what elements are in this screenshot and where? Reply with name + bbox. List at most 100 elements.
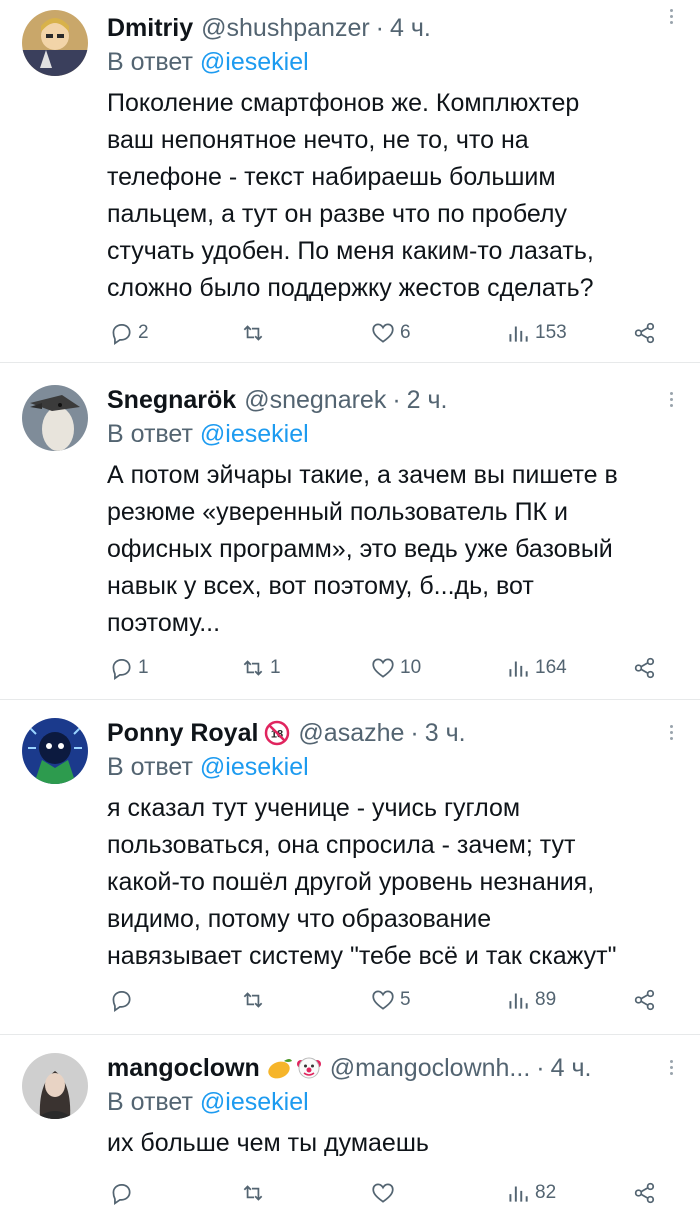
- like-button[interactable]: 5: [370, 985, 411, 1015]
- reply-mention-link[interactable]: @iesekiel: [200, 1088, 309, 1116]
- views-button[interactable]: 153: [505, 318, 567, 348]
- text-line: резюме «уверенный пользователь ПК и: [107, 498, 569, 526]
- more-icon[interactable]: [666, 6, 676, 27]
- like-icon: [372, 990, 394, 1010]
- views-icon: [509, 993, 528, 1009]
- separator-dot: ·: [375, 13, 384, 42]
- tweet[interactable]: Ponny Royal 18 @asazhe · 3 ч. В ответ @i…: [0, 700, 700, 1035]
- separator-dot: ·: [536, 1053, 545, 1082]
- text-line: навязывает систему "тебе всё и так скажу…: [107, 942, 617, 970]
- reply-prefix: В ответ: [107, 420, 193, 448]
- like-count: 10: [400, 657, 422, 678]
- reply-icon: [112, 991, 131, 1012]
- author-handle[interactable]: @snegnarek: [244, 386, 386, 415]
- reply-context: В ответ @iesekiel: [107, 420, 309, 449]
- text-line: Поколение смартфонов же. Комплюхтер: [107, 89, 580, 117]
- text-line: сложно было поддержку жестов сделать?: [107, 274, 594, 302]
- reply-prefix: В ответ: [107, 48, 193, 76]
- tweet[interactable]: Snegnarök @snegnarek · 2 ч. В ответ @ies…: [0, 363, 700, 700]
- reply-context: В ответ @iesekiel: [107, 48, 309, 77]
- tweet-text: Поколение смартфонов же. Комплюхтер ваш …: [107, 85, 682, 307]
- like-button[interactable]: [370, 1178, 400, 1208]
- text-line: ваш непонятное нечто, не то, что на: [107, 126, 529, 154]
- like-button[interactable]: 10: [370, 653, 421, 683]
- like-button[interactable]: 6: [370, 318, 411, 348]
- retweet-icon: [243, 1185, 263, 1201]
- tweet-text: их больше чем ты думаешь: [107, 1125, 682, 1162]
- text-line: я сказал тут ученице - учись гуглом: [107, 794, 521, 822]
- like-count: 6: [400, 322, 411, 343]
- text-line: видимо, потому что образование: [107, 905, 492, 933]
- timestamp[interactable]: 3 ч.: [425, 719, 466, 748]
- views-count: 164: [535, 657, 567, 678]
- share-button[interactable]: [632, 985, 662, 1015]
- retweet-icon: [243, 992, 263, 1008]
- reply-mention-link[interactable]: @iesekiel: [200, 420, 309, 448]
- action-bar: 1 1 10 164: [0, 653, 700, 683]
- author-name[interactable]: Snegnarök: [107, 386, 236, 415]
- share-icon: [634, 322, 655, 344]
- reply-icon: [112, 659, 131, 680]
- author-name[interactable]: Ponny Royal: [107, 719, 258, 748]
- reply-mention-link[interactable]: @iesekiel: [200, 48, 309, 76]
- views-button[interactable]: 82: [505, 1178, 556, 1208]
- reply-icon: [112, 324, 131, 345]
- like-icon: [372, 323, 394, 343]
- author-handle[interactable]: @asazhe: [298, 719, 404, 748]
- retweet-button[interactable]: 1: [240, 653, 281, 683]
- views-button[interactable]: 164: [505, 653, 567, 683]
- author-handle[interactable]: @shushpanzer: [201, 14, 370, 43]
- more-icon[interactable]: [666, 722, 676, 743]
- retweet-icon: [243, 660, 263, 676]
- reply-mention-link[interactable]: @iesekiel: [200, 753, 309, 781]
- avatar[interactable]: [22, 718, 88, 784]
- retweet-icon: [243, 325, 263, 341]
- tweet-text: я сказал тут ученице - учись гуглом поль…: [107, 790, 682, 975]
- reply-icon: [112, 1184, 131, 1205]
- reply-count: 1: [138, 657, 149, 678]
- avatar[interactable]: [22, 10, 88, 76]
- mango-emoji-icon: [266, 1055, 294, 1081]
- retweet-button[interactable]: [240, 1178, 270, 1208]
- share-icon: [634, 989, 655, 1011]
- tweet[interactable]: Dmitriy @shushpanzer · 4 ч. В ответ @ies…: [0, 0, 700, 363]
- text-line: телефоне - текст набираешь большим: [107, 163, 556, 191]
- share-button[interactable]: [632, 653, 662, 683]
- reply-context: В ответ @iesekiel: [107, 753, 309, 782]
- like-icon: [372, 1183, 394, 1203]
- separator-dot: ·: [410, 718, 419, 747]
- retweet-button[interactable]: [240, 318, 270, 348]
- views-icon: [509, 326, 528, 342]
- tweet[interactable]: mangoclown @mangoclownh... · 4 ч. В отве…: [0, 1035, 700, 1227]
- more-icon[interactable]: [666, 1057, 676, 1078]
- reply-button[interactable]: [108, 985, 138, 1015]
- retweet-count: 1: [270, 657, 281, 678]
- reply-button[interactable]: 2: [108, 318, 149, 348]
- text-line: А потом эйчары такие, а зачем вы пишете …: [107, 461, 618, 489]
- timestamp[interactable]: 2 ч.: [407, 386, 448, 415]
- author-handle[interactable]: @mangoclownh...: [330, 1054, 530, 1083]
- more-icon[interactable]: [666, 389, 676, 410]
- text-line: пальцем, а тут он разве что по пробелу: [107, 200, 568, 228]
- views-count: 153: [535, 322, 567, 343]
- text-line: пользоваться, она спросила - зачем; тут: [107, 831, 576, 859]
- reply-prefix: В ответ: [107, 753, 193, 781]
- avatar[interactable]: [22, 385, 88, 451]
- reply-button[interactable]: [108, 1178, 138, 1208]
- author-name[interactable]: mangoclown: [107, 1054, 260, 1083]
- author-name[interactable]: Dmitriy: [107, 14, 193, 43]
- avatar[interactable]: [22, 1053, 88, 1119]
- share-button[interactable]: [632, 318, 662, 348]
- views-count: 89: [535, 989, 557, 1010]
- text-line: поэтому...: [107, 609, 221, 637]
- share-button[interactable]: [632, 1178, 662, 1208]
- share-icon: [634, 657, 655, 679]
- text-line: стучать удобен. По меня каким-то лазать,: [107, 237, 594, 265]
- timestamp[interactable]: 4 ч.: [551, 1054, 592, 1083]
- timestamp[interactable]: 4 ч.: [390, 14, 431, 43]
- views-button[interactable]: 89: [505, 985, 556, 1015]
- retweet-button[interactable]: [240, 985, 270, 1015]
- text-line: навык у всех, вот поэтому, б...дь, вот: [107, 572, 534, 600]
- reply-prefix: В ответ: [107, 1088, 193, 1116]
- reply-button[interactable]: 1: [108, 653, 149, 683]
